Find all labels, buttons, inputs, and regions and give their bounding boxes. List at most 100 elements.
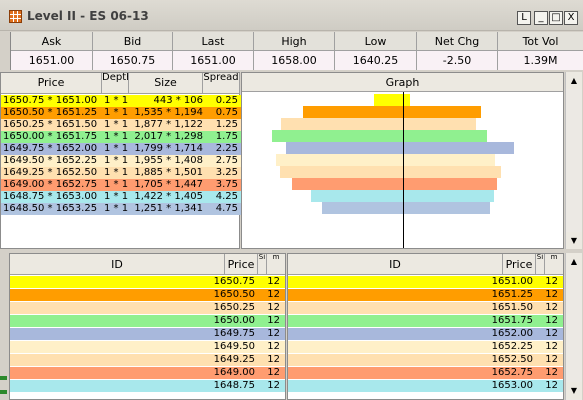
minimize-button[interactable]: _ bbox=[534, 11, 548, 25]
side-indicator bbox=[0, 390, 7, 394]
book-spread: 4.75 bbox=[215, 203, 238, 214]
stat-value: 1658.00 bbox=[254, 51, 334, 70]
book-price: 1649.50 * 1652.25 bbox=[3, 155, 98, 166]
stat-header: High bbox=[254, 32, 334, 51]
ask-id-table[interactable]: ID Price Si m 1651.00 12 1651.25 12 1651.50 1… bbox=[287, 253, 564, 400]
id-row-size: 12 bbox=[267, 328, 280, 339]
id-row[interactable]: 1652.75 12 bbox=[288, 367, 563, 379]
id-row[interactable]: 1651.00 12 bbox=[288, 276, 563, 288]
book-depth: 1 * 1 bbox=[104, 203, 129, 214]
column-header-id[interactable]: ID bbox=[288, 254, 503, 275]
id-row-price: 1650.25 bbox=[213, 302, 255, 313]
column-header-depth[interactable]: Depth bbox=[102, 73, 129, 94]
book-row[interactable]: 1650.25 * 1651.50 1 * 1 1,877 * 1,122 1.25 bbox=[1, 119, 241, 131]
id-row-price: 1652.00 bbox=[491, 328, 533, 339]
book-row[interactable]: 1650.75 * 1651.00 1 * 1 443 * 106 0.25 bbox=[1, 95, 241, 107]
id-row[interactable]: 1649.25 12 bbox=[10, 354, 285, 366]
id-row-price: 1652.75 bbox=[491, 367, 533, 378]
id-row-size: 12 bbox=[545, 289, 558, 300]
stat-high: High 1658.00 bbox=[254, 32, 335, 70]
book-row[interactable]: 1650.00 * 1651.75 1 * 1 2,017 * 1,298 1.75 bbox=[1, 131, 241, 143]
bid-id-table[interactable]: ID Price Si m 1650.75 12 1650.50 12 1650.25 1… bbox=[9, 253, 286, 400]
link-button[interactable]: L bbox=[517, 11, 531, 25]
id-row[interactable]: 1651.75 12 bbox=[288, 315, 563, 327]
column-header-m[interactable]: m bbox=[267, 254, 285, 275]
book-size: 1,885 * 1,501 bbox=[134, 167, 203, 178]
depth-bar bbox=[292, 178, 498, 190]
order-book-table[interactable]: Price Depth Size Spread 1650.75 * 1651.0… bbox=[0, 72, 241, 249]
id-row-price: 1650.00 bbox=[213, 315, 255, 326]
id-row[interactable]: 1650.00 12 bbox=[10, 315, 285, 327]
book-spread: 3.75 bbox=[215, 179, 238, 190]
book-price: 1650.00 * 1651.75 bbox=[3, 131, 98, 142]
stat-value: -2.50 bbox=[417, 51, 497, 70]
id-row[interactable]: 1649.50 12 bbox=[10, 341, 285, 353]
id-row[interactable]: 1649.75 12 bbox=[10, 328, 285, 340]
depth-bar bbox=[321, 202, 491, 214]
id-row[interactable]: 1652.25 12 bbox=[288, 341, 563, 353]
close-button[interactable]: X bbox=[564, 11, 578, 25]
book-row[interactable]: 1649.75 * 1652.00 1 * 1 1,799 * 1,714 2.25 bbox=[1, 143, 241, 155]
id-row[interactable]: 1648.75 12 bbox=[10, 380, 285, 392]
id-row-size: 12 bbox=[545, 367, 558, 378]
graph-title: Graph bbox=[242, 73, 563, 92]
book-row[interactable]: 1648.75 * 1653.00 1 * 1 1,422 * 1,405 4.25 bbox=[1, 191, 241, 203]
column-header-size[interactable]: Si bbox=[258, 254, 267, 275]
book-row[interactable]: 1649.25 * 1652.50 1 * 1 1,885 * 1,501 3.25 bbox=[1, 167, 241, 179]
stat-net-chg: Net Chg -2.50 bbox=[417, 32, 498, 70]
maximize-button[interactable]: □ bbox=[549, 11, 563, 25]
book-price: 1650.25 * 1651.50 bbox=[3, 119, 98, 130]
id-row[interactable]: 1651.50 12 bbox=[288, 302, 563, 314]
stat-value: 1651.00 bbox=[173, 51, 253, 70]
scroll-up-icon[interactable]: ▲ bbox=[566, 72, 582, 89]
id-row[interactable]: 1650.50 12 bbox=[10, 289, 285, 301]
book-depth: 1 * 1 bbox=[104, 179, 129, 190]
scroll-up-icon[interactable]: ▲ bbox=[566, 253, 582, 270]
column-header-size[interactable]: Si bbox=[536, 254, 545, 275]
id-scrollbar[interactable]: ▲ ▼ bbox=[565, 253, 582, 400]
book-row[interactable]: 1650.50 * 1651.25 1 * 1 1,535 * 1,194 0.75 bbox=[1, 107, 241, 119]
stat-low: Low 1640.25 bbox=[335, 32, 417, 70]
book-spread: 1.75 bbox=[215, 131, 238, 142]
id-row[interactable]: 1649.00 12 bbox=[10, 367, 285, 379]
book-depth: 1 * 1 bbox=[104, 191, 129, 202]
book-price: 1648.50 * 1653.25 bbox=[3, 203, 98, 214]
column-header-price[interactable]: Price bbox=[503, 254, 536, 275]
id-row[interactable]: 1653.00 12 bbox=[288, 380, 563, 392]
id-row-price: 1650.50 bbox=[213, 289, 255, 300]
scroll-down-icon[interactable]: ▼ bbox=[566, 382, 582, 399]
id-row[interactable]: 1650.75 12 bbox=[10, 276, 285, 288]
stat-header: Low bbox=[335, 32, 416, 51]
id-row-size: 12 bbox=[267, 289, 280, 300]
depth-bar bbox=[303, 106, 481, 118]
column-header-id[interactable]: ID bbox=[10, 254, 225, 275]
book-size: 2,017 * 1,298 bbox=[134, 131, 203, 142]
column-header-spread[interactable]: Spread bbox=[203, 73, 240, 94]
book-row[interactable]: 1649.00 * 1652.75 1 * 1 1,705 * 1,447 3.75 bbox=[1, 179, 241, 191]
book-row[interactable]: 1649.50 * 1652.25 1 * 1 1,955 * 1,408 2.75 bbox=[1, 155, 241, 167]
depth-bar bbox=[271, 130, 488, 142]
id-row-size: 12 bbox=[267, 302, 280, 313]
book-row[interactable]: 1648.50 * 1653.25 1 * 1 1,251 * 1,341 4.75 bbox=[1, 203, 241, 215]
book-depth: 1 * 1 bbox=[104, 107, 129, 118]
column-header-price[interactable]: Price bbox=[1, 73, 102, 94]
id-row[interactable]: 1652.50 12 bbox=[288, 354, 563, 366]
id-row[interactable]: 1651.25 12 bbox=[288, 289, 563, 301]
column-header-price[interactable]: Price bbox=[225, 254, 258, 275]
book-scrollbar[interactable]: ▲ ▼ bbox=[565, 72, 582, 249]
window-titlebar[interactable]: Level II - ES 06-13 L _ □ X bbox=[0, 0, 583, 31]
id-row[interactable]: 1652.00 12 bbox=[288, 328, 563, 340]
id-row[interactable]: 1650.25 12 bbox=[10, 302, 285, 314]
column-header-size[interactable]: Size bbox=[129, 73, 203, 94]
id-row-size: 12 bbox=[267, 341, 280, 352]
id-row-size: 12 bbox=[545, 302, 558, 313]
book-size: 443 * 106 bbox=[153, 95, 203, 106]
stat-header: Net Chg bbox=[417, 32, 497, 51]
side-indicator bbox=[0, 376, 7, 380]
book-price: 1649.75 * 1652.00 bbox=[3, 143, 98, 154]
id-row-price: 1649.50 bbox=[213, 341, 255, 352]
scroll-down-icon[interactable]: ▼ bbox=[566, 232, 582, 249]
column-header-m[interactable]: m bbox=[545, 254, 563, 275]
book-spread: 0.25 bbox=[215, 95, 238, 106]
id-row-size: 12 bbox=[267, 276, 280, 287]
